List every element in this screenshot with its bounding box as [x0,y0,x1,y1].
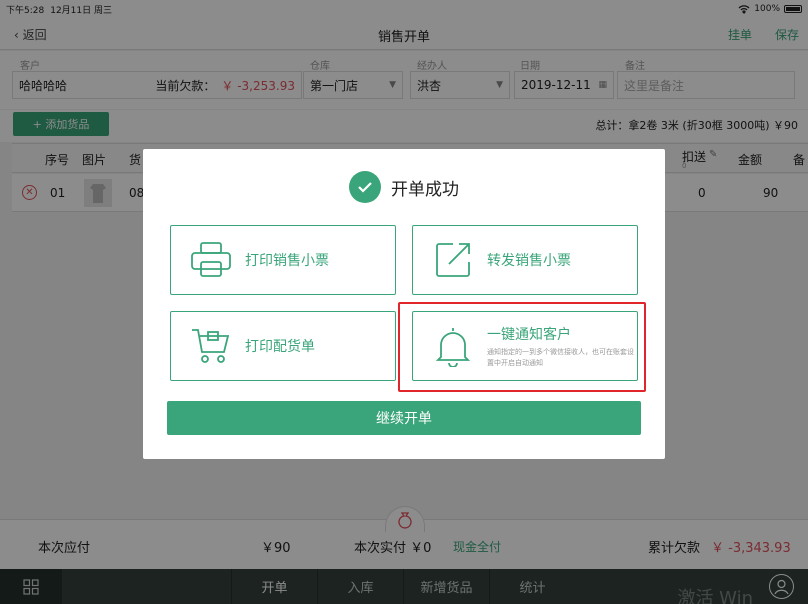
app-root: 下午5:28 12月11日 周三 100% ‹ 返回 销售开单 挂单 保存 客户… [0,0,808,604]
forward-receipt-button[interactable]: 转发销售小票 [412,225,638,295]
annotation-highlight-box [398,302,646,392]
cart-icon [187,322,235,370]
print-picklist-button[interactable]: 打印配货单 [170,311,396,381]
printer-icon [187,236,235,284]
dialog-title: 开单成功 [391,179,459,200]
share-icon [429,236,477,284]
print-receipt-button[interactable]: 打印销售小票 [170,225,396,295]
dialog-header: 开单成功 [143,171,665,203]
forward-receipt-label: 转发销售小票 [487,253,571,269]
continue-order-button[interactable]: 继续开单 [167,401,641,435]
check-icon [349,171,381,203]
print-receipt-label: 打印销售小票 [245,253,329,269]
print-picklist-label: 打印配货单 [245,339,315,355]
